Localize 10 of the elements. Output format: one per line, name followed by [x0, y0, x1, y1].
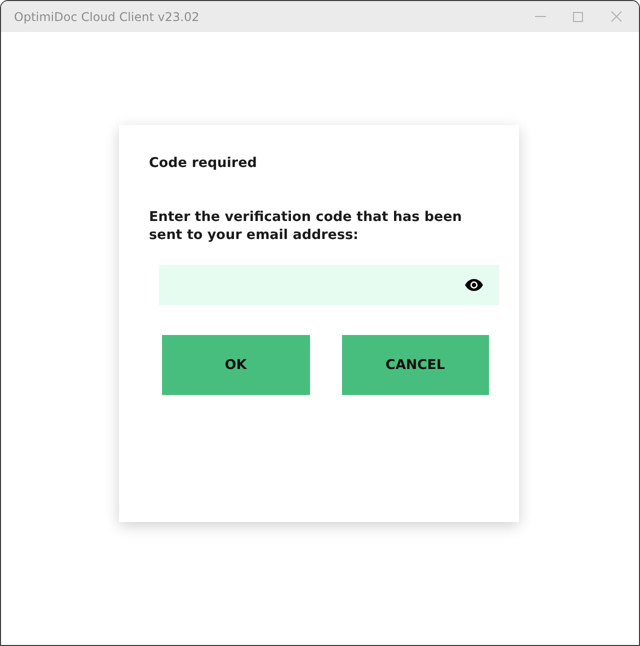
- ok-button[interactable]: OK: [162, 335, 310, 395]
- minimize-icon[interactable]: [534, 16, 546, 17]
- window-title: OptimiDoc Cloud Client v23.02: [14, 10, 200, 24]
- close-icon[interactable]: [610, 11, 622, 22]
- code-input-field[interactable]: [159, 265, 499, 305]
- instruction-text: Enter the verification code that has been sent to your email address:: [149, 208, 463, 244]
- show-password-icon[interactable]: [465, 279, 483, 291]
- cancel-button[interactable]: CANCEL: [342, 335, 489, 395]
- maximize-icon[interactable]: [573, 12, 583, 22]
- dialog-title: Code required: [149, 155, 258, 171]
